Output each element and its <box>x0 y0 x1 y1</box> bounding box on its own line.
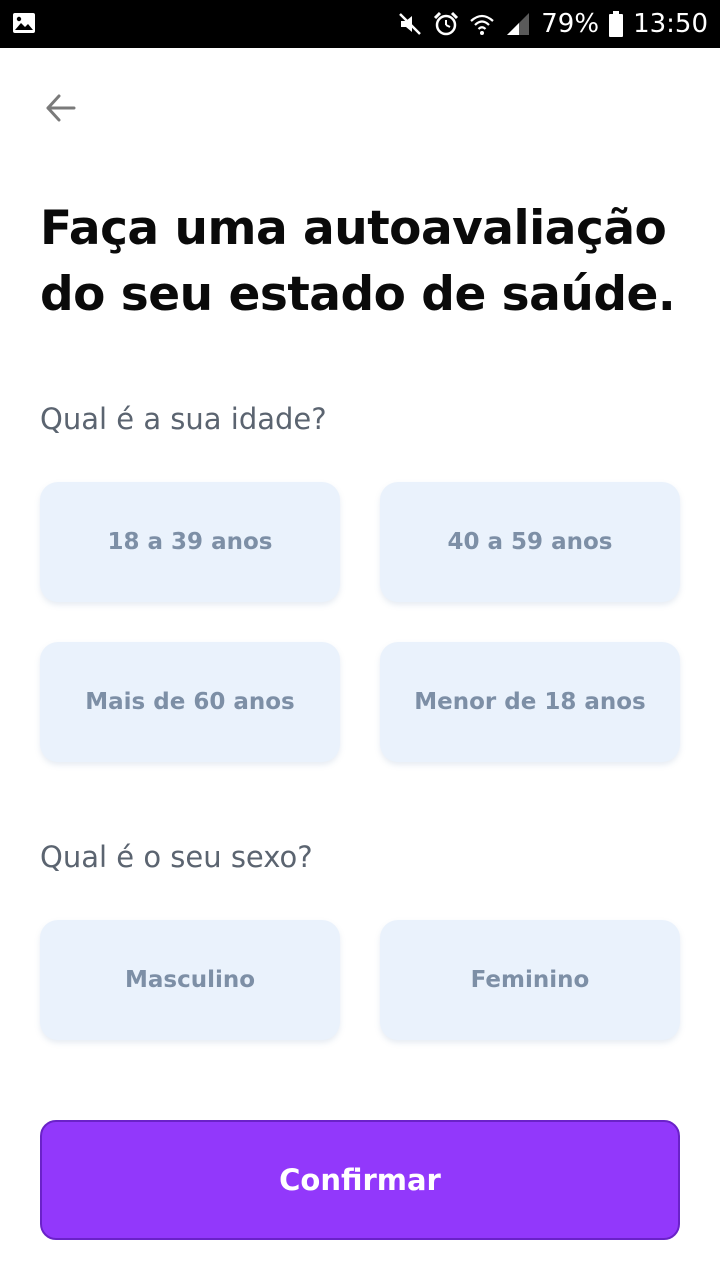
clock: 13:50 <box>633 9 708 39</box>
wifi-icon <box>469 11 495 37</box>
status-icons: 79% 13:50 <box>397 0 708 48</box>
confirm-button[interactable]: Confirmar <box>40 1120 680 1240</box>
battery-percentage: 79% <box>541 9 600 39</box>
alarm-icon <box>433 11 459 37</box>
page-title: Faça uma autoavaliação do seu estado de … <box>40 201 676 322</box>
mute-icon <box>397 11 423 37</box>
age-option-18-39[interactable]: 18 a 39 anos <box>40 482 340 602</box>
status-bar: 79% 13:50 <box>0 0 720 48</box>
age-option-40-59[interactable]: 40 a 59 anos <box>380 482 680 602</box>
signal-icon <box>505 11 531 37</box>
battery-icon <box>609 11 624 37</box>
sex-option-male[interactable]: Masculino <box>40 920 340 1040</box>
age-question: Qual é a sua idade? <box>40 402 327 436</box>
back-button[interactable] <box>36 84 84 132</box>
sex-question: Qual é o seu sexo? <box>40 840 313 874</box>
gallery-icon <box>12 12 36 34</box>
sex-option-female[interactable]: Feminino <box>380 920 680 1040</box>
age-option-under-18[interactable]: Menor de 18 anos <box>380 642 680 762</box>
screen: 79% 13:50 Faça uma autoavaliação do seu … <box>0 0 720 1280</box>
arrow-left-icon <box>46 94 76 122</box>
age-option-60-plus[interactable]: Mais de 60 anos <box>40 642 340 762</box>
